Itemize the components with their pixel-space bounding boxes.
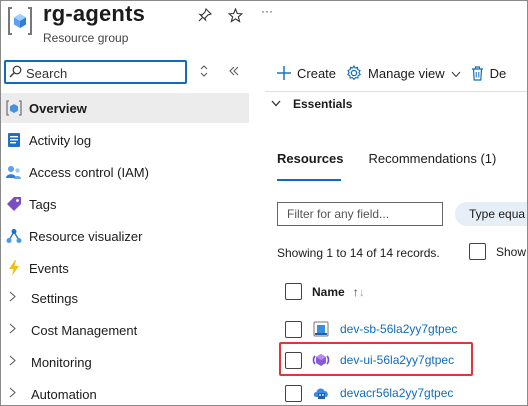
- delete-button[interactable]: De: [471, 65, 506, 81]
- command-bar: Create Manage view De: [265, 63, 527, 83]
- lightning-icon: [6, 260, 22, 276]
- search-icon: [9, 65, 22, 83]
- sidebar-item-activity-log[interactable]: Activity log: [1, 125, 249, 155]
- sidebar-item-iam[interactable]: Access control (IAM): [1, 157, 249, 187]
- activity-log-icon: [6, 132, 22, 148]
- sidebar-item-settings[interactable]: Settings: [1, 283, 249, 313]
- type-filter-pill[interactable]: Type equa: [455, 202, 527, 226]
- gear-icon: [346, 65, 362, 81]
- row-checkbox[interactable]: [285, 320, 302, 338]
- chevron-down-icon: [451, 66, 461, 81]
- visualizer-icon: [6, 228, 22, 244]
- sidebar-item-automation[interactable]: Automation: [1, 379, 249, 405]
- collapse-sidebar-icon[interactable]: [229, 65, 239, 80]
- chevron-right-icon: [9, 291, 19, 305]
- record-count: Showing 1 to 14 of 14 records.: [277, 246, 440, 260]
- chevron-down-icon: [271, 99, 281, 110]
- resource-tabs: Resources Recommendations (1): [277, 151, 521, 181]
- chevron-right-icon: [9, 355, 19, 369]
- sidebar-item-label: Cost Management: [31, 322, 138, 338]
- pin-icon[interactable]: [197, 7, 213, 23]
- table-row[interactable]: devacr56la2yy7gtpec: [285, 381, 453, 405]
- highlight-box: [279, 342, 473, 376]
- filter-input[interactable]: [278, 203, 442, 225]
- tab-resources[interactable]: Resources: [277, 151, 343, 181]
- sidebar-item-label: Overview: [29, 100, 87, 116]
- sidebar: Overview Activity log Access control (IA…: [1, 55, 249, 405]
- sidebar-item-cost-management[interactable]: Cost Management: [1, 315, 249, 345]
- table-row[interactable]: dev-sb-56la2yy7gtpec: [285, 317, 457, 341]
- tab-recommendations[interactable]: Recommendations (1): [368, 151, 496, 173]
- name-column-header[interactable]: Name ↑↓: [285, 283, 365, 300]
- favorite-star-icon[interactable]: [227, 7, 243, 23]
- sidebar-item-label: Monitoring: [31, 354, 92, 370]
- resource-group-icon: [7, 5, 33, 37]
- sidebar-item-label: Settings: [31, 290, 78, 306]
- sidebar-item-label: Access control (IAM): [29, 164, 149, 180]
- row-checkbox[interactable]: [285, 384, 302, 402]
- create-button[interactable]: Create: [277, 66, 336, 81]
- show-checkbox[interactable]: [469, 243, 486, 260]
- tag-icon: [6, 196, 22, 212]
- service-bus-icon: [312, 320, 330, 338]
- sidebar-item-label: Activity log: [29, 132, 92, 148]
- page-title: rg-agents: [43, 1, 146, 26]
- sidebar-item-overview[interactable]: Overview: [1, 93, 249, 123]
- sidebar-item-label: Tags: [29, 196, 57, 212]
- show-hidden-toggle[interactable]: Show: [469, 243, 526, 260]
- resource-header: rg-agents Resource group ···: [1, 1, 527, 55]
- portal-frame: rg-agents Resource group ··· Overview: [0, 0, 528, 406]
- essentials-toggle[interactable]: Essentials: [271, 97, 352, 111]
- sort-icon[interactable]: ↑↓: [353, 285, 365, 299]
- toolbar-divider: [265, 91, 527, 92]
- sidebar-item-monitoring[interactable]: Monitoring: [1, 347, 249, 377]
- sidebar-item-label: Resource visualizer: [29, 228, 143, 244]
- expand-collapse-icon[interactable]: [200, 65, 208, 80]
- sidebar-item-label: Events: [29, 260, 69, 276]
- container-registry-icon: [312, 384, 330, 402]
- trash-icon: [471, 65, 484, 81]
- sidebar-item-label: Automation: [31, 386, 97, 402]
- page-subtitle: Resource group: [43, 31, 129, 45]
- search-input[interactable]: [26, 64, 181, 82]
- more-options-button[interactable]: ···: [259, 3, 275, 19]
- chevron-right-icon: [9, 387, 19, 401]
- filter-box[interactable]: [277, 202, 443, 226]
- sidebar-search[interactable]: [4, 60, 187, 84]
- sidebar-item-resource-visualizer[interactable]: Resource visualizer: [1, 221, 249, 251]
- chevron-right-icon: [9, 323, 19, 337]
- select-all-checkbox[interactable]: [285, 283, 302, 300]
- manage-view-button[interactable]: Manage view: [346, 65, 461, 81]
- sidebar-item-events[interactable]: Events: [1, 253, 249, 283]
- resource-link[interactable]: devacr56la2yy7gtpec: [340, 386, 453, 400]
- sidebar-item-tags[interactable]: Tags: [1, 189, 249, 219]
- plus-icon: [277, 66, 291, 80]
- overview-icon: [6, 100, 22, 116]
- iam-icon: [6, 164, 22, 180]
- resource-link[interactable]: dev-sb-56la2yy7gtpec: [340, 322, 457, 336]
